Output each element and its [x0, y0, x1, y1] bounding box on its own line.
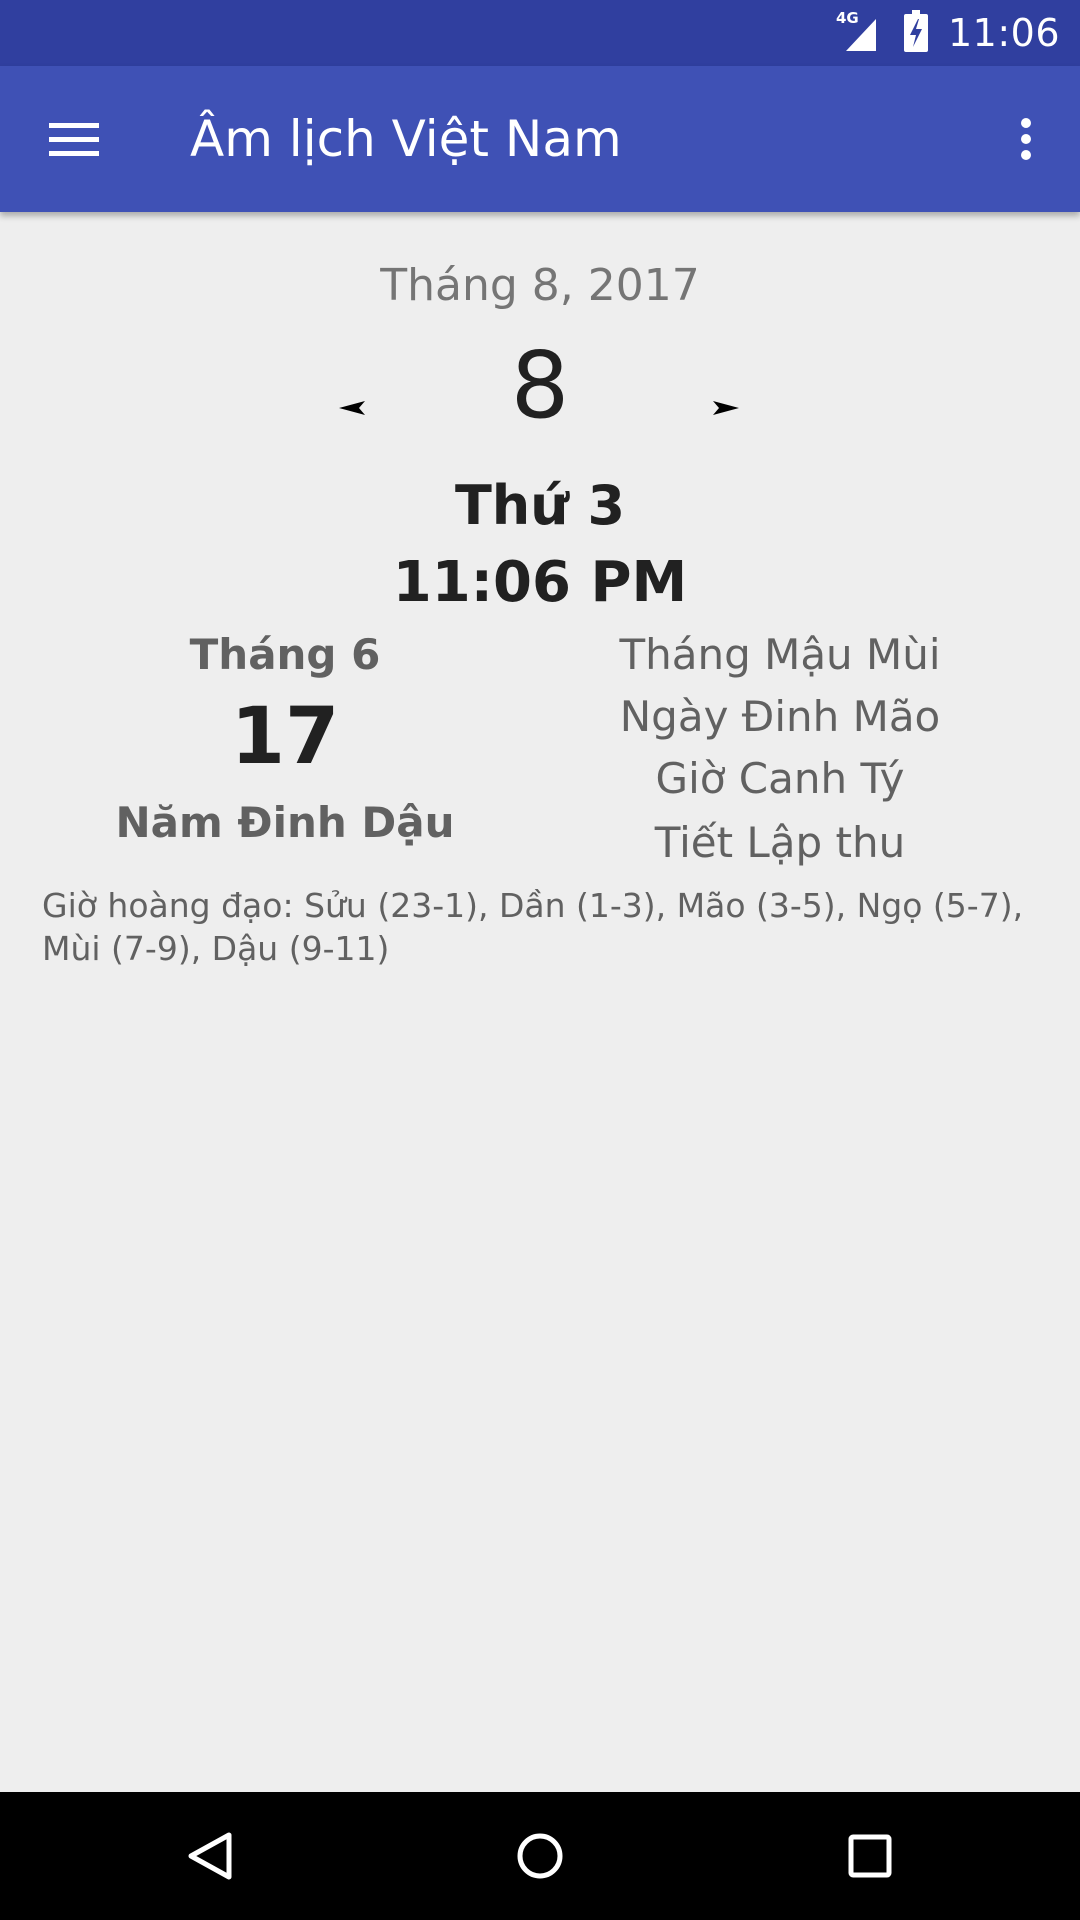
next-day-arrow-icon[interactable] — [696, 378, 756, 438]
can-chi-month: Tháng Mậu Mùi — [619, 630, 941, 679]
signal-icon: 4G — [835, 9, 884, 55]
app-title: Âm lịch Việt Nam — [190, 110, 622, 168]
status-bar: 4G 11:06 — [0, 0, 1080, 66]
app-bar: Âm lịch Việt Nam — [0, 66, 1080, 212]
solar-day-number: 8 — [510, 332, 570, 439]
can-chi-hour: Giờ Canh Tý — [655, 754, 905, 803]
battery-charging-icon — [902, 9, 930, 58]
can-chi-day: Ngày Đinh Mão — [619, 692, 941, 741]
lunar-year: Năm Đinh Dậu — [115, 798, 455, 847]
calendar-content: Tháng 8, 2017 8 Thứ 3 11:06 PM Tháng 6 1… — [0, 212, 1080, 1792]
back-icon[interactable] — [160, 1816, 260, 1896]
solar-term: Tiết Lập thu — [654, 818, 906, 867]
auspicious-hours: Giờ hoàng đạo: Sửu (23-1), Dần (1-3), Mã… — [42, 886, 1024, 968]
status-time: 11:06 — [947, 11, 1060, 55]
navigation-bar — [0, 1792, 1080, 1920]
current-time: 11:06 PM — [392, 550, 688, 615]
weekday-label: Thứ 3 — [454, 474, 626, 537]
home-icon[interactable] — [490, 1816, 590, 1896]
screen: 4G 11:06 Âm lịch Việt Nam Tháng 8, 2017 … — [0, 0, 1080, 1920]
recent-apps-icon[interactable] — [820, 1816, 920, 1896]
more-vertical-icon[interactable] — [986, 99, 1066, 179]
status-icons: 4G 11:06 — [836, 0, 1060, 66]
lunar-month: Tháng 6 — [189, 630, 381, 679]
hamburger-menu-icon[interactable] — [22, 99, 126, 179]
solar-month-year: Tháng 8, 2017 — [380, 260, 700, 311]
lunar-day: 17 — [230, 692, 340, 782]
network-type-label: 4G — [835, 9, 859, 27]
